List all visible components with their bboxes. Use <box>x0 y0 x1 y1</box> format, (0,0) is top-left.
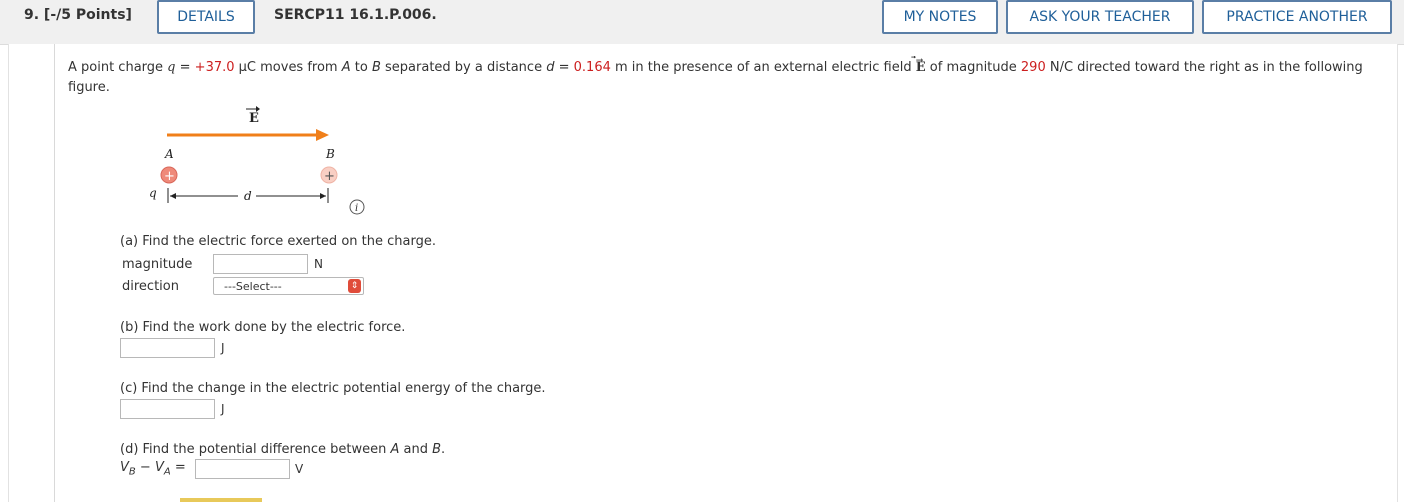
subscript-B: B <box>128 466 136 478</box>
intro-text: μC moves from <box>234 60 342 75</box>
intro-text: separated by a distance <box>380 60 547 75</box>
part-c-prompt: (c) Find the change in the electric pote… <box>120 381 546 396</box>
vector-arrow-icon: ⃗→ <box>915 56 924 66</box>
charge-A-plus: + <box>164 169 175 184</box>
part-a-prompt: (a) Find the electric force exerted on t… <box>120 234 436 249</box>
ask-teacher-button[interactable]: ASK YOUR TEACHER <box>1006 0 1194 34</box>
figure-d-label: d <box>244 189 252 203</box>
charge-B-plus: + <box>324 169 335 184</box>
practice-another-button[interactable]: PRACTICE ANOTHER <box>1202 0 1392 34</box>
intro-text: A point charge <box>68 60 168 75</box>
intro-text: of magnitude <box>925 60 1021 75</box>
equals-sign: = <box>170 460 186 475</box>
part-d-text: . <box>441 442 446 457</box>
magnitude-label: magnitude <box>122 257 193 272</box>
question-number: 9. [-/5 Points] <box>24 7 132 23</box>
intro-text: = <box>175 60 195 75</box>
var-B: B <box>432 442 442 457</box>
dim-arrow-left-icon <box>170 193 176 199</box>
charge-value: +37.0 <box>194 60 235 75</box>
field-value: 290 <box>1020 60 1046 75</box>
part-d-text: (d) Find the potential difference betwee… <box>120 442 391 457</box>
dim-arrow-right-icon <box>320 193 326 199</box>
var-V: V <box>154 460 164 475</box>
part-d-prompt: (d) Find the potential difference betwee… <box>120 442 445 457</box>
intro-text: = <box>554 60 574 75</box>
direction-select-value: ---Select--- <box>224 280 282 293</box>
potential-energy-change-input[interactable] <box>120 399 215 419</box>
var-q: q <box>167 60 176 75</box>
select-arrows-icon: ⇕ <box>348 279 361 293</box>
minus-sign: − <box>135 460 155 475</box>
intro-text: to <box>350 60 372 75</box>
work-unit: J <box>221 341 225 355</box>
part-d-text: and <box>399 442 433 457</box>
voltage-unit: V <box>295 462 304 476</box>
E-vector: ⃗→ E <box>916 56 926 75</box>
details-button[interactable]: DETAILS <box>157 0 255 34</box>
my-notes-button[interactable]: MY NOTES <box>882 0 998 34</box>
info-icon-glyph: i <box>355 203 358 214</box>
figure-E-label: E <box>249 111 259 126</box>
figure-A-label: A <box>164 147 174 161</box>
problem-statement: A point charge q = +37.0 μC moves from A… <box>68 56 1388 98</box>
potential-difference-input[interactable] <box>195 459 290 479</box>
var-B: B <box>371 60 381 75</box>
figure-q-label: q <box>149 186 157 200</box>
force-magnitude-input[interactable] <box>213 254 308 274</box>
direction-select[interactable]: ---Select--- ⇕ <box>213 277 364 295</box>
var-V: V <box>120 460 129 475</box>
potential-difference-label: VB − VA = <box>120 460 186 478</box>
energy-unit: J <box>221 402 225 416</box>
part-b-prompt: (b) Find the work done by the electric f… <box>120 320 406 335</box>
figure-B-label: B <box>325 147 335 161</box>
force-unit: N <box>314 257 323 271</box>
figure-diagram: E A B + + q d i <box>149 106 365 215</box>
distance-value: 0.164 <box>573 60 611 75</box>
problem-code: SERCP11 16.1.P.006. <box>274 7 437 23</box>
subscript-A: A <box>163 466 171 478</box>
work-input[interactable] <box>120 338 215 358</box>
var-A: A <box>341 60 351 75</box>
field-arrowhead-icon <box>316 129 329 141</box>
question-header: 9. [-/5 Points] DETAILS SERCP11 16.1.P.0… <box>0 0 1404 45</box>
intro-text: m in the presence of an external electri… <box>610 60 916 75</box>
submit-button-edge[interactable] <box>180 498 262 502</box>
direction-label: direction <box>122 279 179 294</box>
